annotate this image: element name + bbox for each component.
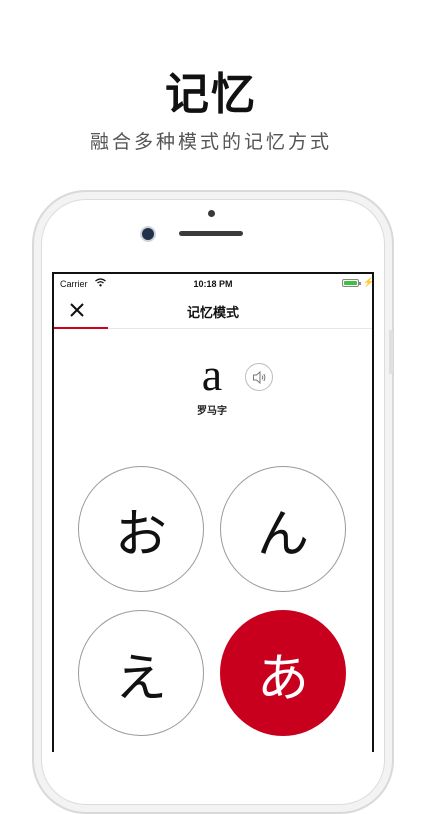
front-camera	[142, 228, 154, 240]
charging-bolt-icon: ⚡	[363, 277, 374, 287]
battery-cap	[359, 282, 361, 285]
kana-option-selected[interactable]: あ	[220, 610, 346, 736]
romaji-label: 罗马字	[197, 406, 227, 417]
status-bar: Carrier 10:18 PM ⚡	[54, 274, 372, 294]
promo-subtitle: 融合多种模式的记忆方式	[89, 131, 332, 153]
earpiece-speaker	[179, 231, 243, 236]
sound-button[interactable]	[245, 363, 273, 391]
kana-option[interactable]: お	[78, 466, 204, 592]
side-button	[389, 330, 393, 374]
progress-bar	[54, 327, 108, 329]
nav-bar: 记忆模式	[54, 294, 372, 329]
nav-title: 记忆模式	[186, 306, 239, 321]
status-time: 10:18 PM	[193, 279, 233, 289]
promo-title: 记忆	[165, 69, 257, 120]
app-screen: Carrier 10:18 PM ⚡ 记忆模式 a 罗马字 お ん え あ	[52, 272, 374, 752]
battery-icon	[342, 279, 359, 287]
proximity-sensor	[208, 210, 215, 217]
romaji-character: a	[201, 349, 223, 400]
speaker-icon	[253, 370, 266, 385]
kana-option[interactable]: ん	[220, 466, 346, 592]
kana-option[interactable]: え	[78, 610, 204, 736]
